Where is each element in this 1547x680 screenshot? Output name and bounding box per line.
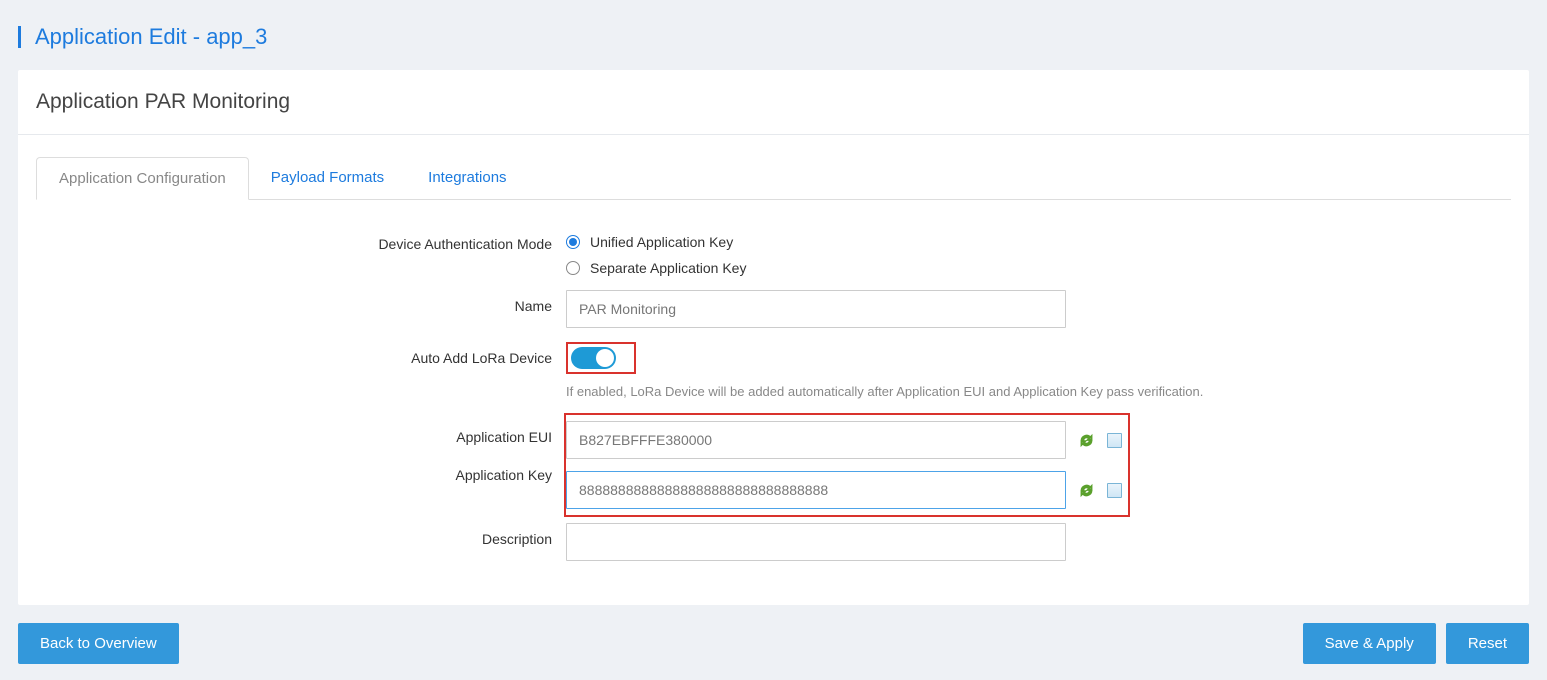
- row-name: Name: [36, 290, 1511, 328]
- back-button[interactable]: Back to Overview: [18, 623, 179, 664]
- description-input[interactable]: [566, 523, 1066, 561]
- auth-mode-radio-group: Unified Application Key Separate Applica…: [566, 228, 746, 276]
- refresh-icon[interactable]: [1078, 432, 1094, 448]
- app-eui-row: [566, 421, 1122, 459]
- label-app-eui: Application EUI: [36, 413, 566, 445]
- app-key-input[interactable]: [566, 471, 1066, 509]
- toggle-knob-icon: [596, 349, 614, 367]
- app-eui-input[interactable]: [566, 421, 1066, 459]
- main-panel: Application PAR Monitoring Application C…: [18, 70, 1529, 605]
- label-name: Name: [36, 290, 566, 314]
- row-app-eui: Application EUI: [36, 413, 1511, 517]
- label-auto-add: Auto Add LoRa Device: [36, 342, 566, 366]
- footer-right-group: Save & Apply Reset: [1303, 623, 1529, 664]
- panel-header: Application PAR Monitoring: [18, 70, 1529, 135]
- row-description: Description: [36, 523, 1511, 561]
- auto-add-hint: If enabled, LoRa Device will be added au…: [566, 384, 1346, 399]
- footer: Back to Overview Save & Apply Reset: [18, 623, 1529, 664]
- label-description: Description: [36, 523, 566, 547]
- page-title: Application Edit - app_3: [18, 26, 1529, 48]
- tabs: Application Configuration Payload Format…: [36, 157, 1511, 200]
- radio-dot-icon: [566, 261, 580, 275]
- radio-unified-key[interactable]: Unified Application Key: [566, 234, 746, 250]
- toggle-highlight-box: [566, 342, 636, 374]
- row-auto-add: Auto Add LoRa Device If enabled, LoRa De…: [36, 342, 1511, 399]
- tab-payload-formats[interactable]: Payload Formats: [249, 157, 406, 199]
- tab-integrations[interactable]: Integrations: [406, 157, 528, 199]
- app-key-row: [566, 471, 1122, 509]
- row-auth-mode: Device Authentication Mode Unified Appli…: [36, 228, 1511, 276]
- radio-separate-label: Separate Application Key: [590, 260, 746, 276]
- copy-icon[interactable]: [1106, 482, 1122, 498]
- name-input[interactable]: [566, 290, 1066, 328]
- tab-application-configuration[interactable]: Application Configuration: [36, 157, 249, 200]
- radio-dot-icon: [566, 235, 580, 249]
- label-auth-mode: Device Authentication Mode: [36, 228, 566, 252]
- reset-button[interactable]: Reset: [1446, 623, 1529, 664]
- auto-add-toggle[interactable]: [571, 347, 616, 369]
- copy-icon[interactable]: [1106, 432, 1122, 448]
- panel-body: Application Configuration Payload Format…: [18, 135, 1529, 605]
- refresh-icon[interactable]: [1078, 482, 1094, 498]
- radio-separate-key[interactable]: Separate Application Key: [566, 260, 746, 276]
- radio-unified-label: Unified Application Key: [590, 234, 733, 250]
- save-apply-button[interactable]: Save & Apply: [1303, 623, 1436, 664]
- eui-highlight-box: [564, 413, 1130, 517]
